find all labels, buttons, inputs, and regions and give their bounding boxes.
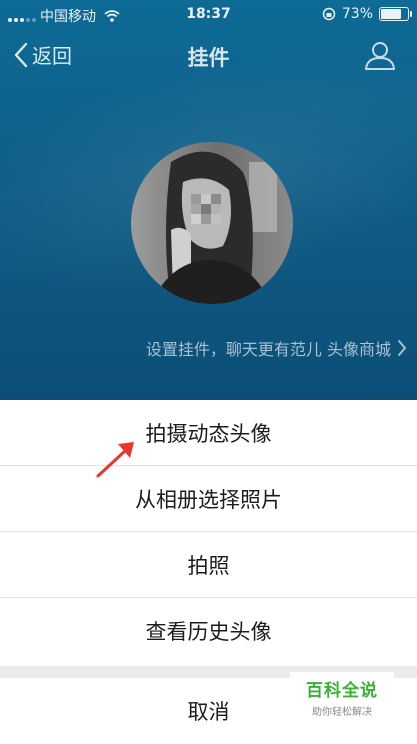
rotation-lock-icon	[322, 7, 336, 21]
page-title: 挂件	[187, 46, 230, 70]
option-label: 查看历史头像	[145, 619, 272, 644]
battery-icon	[379, 7, 412, 21]
status-bar: 中国移动 18:37 73%	[0, 0, 417, 30]
option-label: 拍照	[187, 553, 230, 578]
annotation-arrow-icon	[96, 442, 134, 478]
profile-icon[interactable]	[363, 38, 397, 72]
option-label: 拍摄动态头像	[145, 421, 272, 446]
option-dynamic-avatar[interactable]: 拍摄动态头像	[0, 400, 417, 466]
battery-percent: 73%	[341, 6, 373, 22]
avatar-shop-text: 设置挂件，聊天更有范儿 头像商城	[145, 340, 391, 359]
watermark-brand: 百科全说	[306, 681, 378, 701]
option-choose-from-album[interactable]: 从相册选择照片	[0, 466, 417, 532]
watermark-slogan: 助你轻松解决	[312, 707, 372, 718]
option-label: 从相册选择照片	[135, 487, 282, 512]
avatar-photo	[131, 142, 293, 304]
watermark: 百科全说 助你轻松解决	[290, 672, 394, 722]
avatar-shop-link[interactable]: 设置挂件，聊天更有范儿 头像商城	[146, 336, 407, 360]
option-take-photo[interactable]: 拍照	[0, 532, 417, 598]
cancel-label: 取消	[187, 700, 230, 724]
face-pixelation	[191, 194, 221, 224]
avatar[interactable]	[131, 142, 293, 304]
chevron-right-icon	[398, 340, 406, 356]
navigation-bar: 返回 挂件	[0, 30, 417, 82]
battery-level-fill	[381, 9, 402, 19]
screen: 中国移动 18:37 73% 返回 挂件 设置挂件，聊天更有范儿 头像商城 拍摄…	[0, 0, 417, 744]
status-right: 73%	[322, 6, 412, 22]
option-view-history[interactable]: 查看历史头像	[0, 598, 417, 663]
